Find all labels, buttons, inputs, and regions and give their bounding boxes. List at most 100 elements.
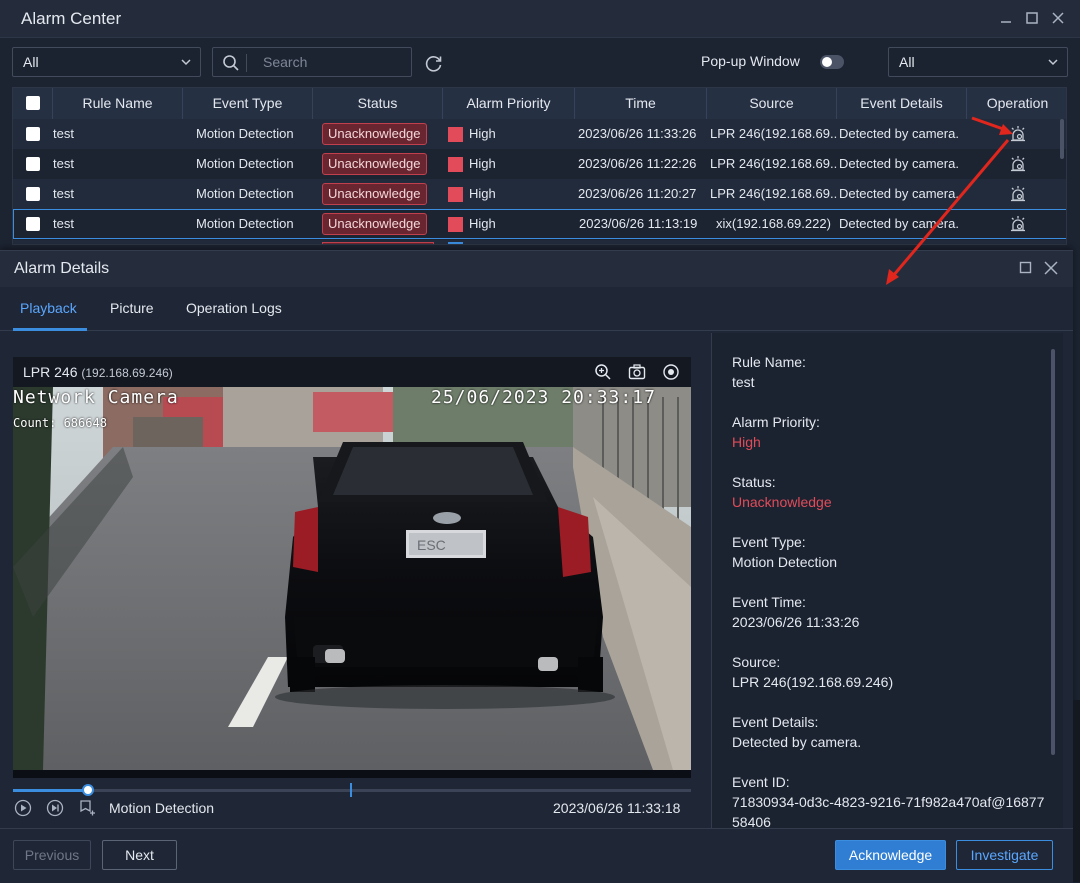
record-icon[interactable]: [662, 363, 680, 381]
play-icon[interactable]: [14, 799, 32, 817]
column-header[interactable]: Alarm Priority: [443, 88, 575, 119]
table-row[interactable]: test Motion Detection Unacknowledge High…: [13, 149, 1066, 179]
alarm-investigate-icon[interactable]: [1009, 125, 1027, 143]
event-type-cell: Motion Detection: [196, 126, 294, 141]
popup-window-label: Pop-up Window: [701, 53, 800, 69]
event-id-label: Event ID:: [732, 774, 790, 790]
background-window-edge: [1073, 700, 1080, 882]
event-type-cell: Motion Detection: [196, 156, 294, 171]
next-button[interactable]: Next: [102, 840, 177, 870]
alarm-priority-value: High: [732, 434, 761, 450]
dialog-title: Alarm Details: [14, 260, 110, 277]
player-header: LPR 246 (192.168.69.246): [13, 357, 691, 387]
rule-name-cell: test: [53, 156, 74, 171]
zoom-in-icon[interactable]: [594, 363, 612, 381]
previous-button[interactable]: Previous: [13, 840, 91, 870]
alarm-investigate-icon[interactable]: [1009, 215, 1027, 233]
column-header[interactable]: Status: [313, 88, 443, 119]
column-header[interactable]: Rule Name: [53, 88, 183, 119]
camera-name: LPR 246 (192.168.69.246): [23, 364, 173, 380]
row-checkbox[interactable]: [26, 187, 40, 201]
priority-swatch: [448, 127, 463, 142]
priority-cell: High: [469, 126, 496, 141]
active-tab-indicator: [13, 328, 87, 331]
osd-count: Count: 686648: [13, 416, 107, 430]
status-badge: Unacknowledge: [322, 183, 427, 205]
table-header: Rule Name Event Type Status Alarm Priori…: [13, 88, 1066, 119]
investigate-button[interactable]: Investigate: [956, 840, 1053, 870]
event-details-label: Event Details:: [732, 714, 819, 730]
acknowledge-button[interactable]: Acknowledge: [835, 840, 946, 870]
column-header[interactable]: Time: [575, 88, 707, 119]
time-cell: 2023/06/26 11:13:19: [579, 216, 698, 231]
playback-progress-handle[interactable]: [82, 784, 94, 796]
alarm-investigate-icon[interactable]: [1009, 185, 1027, 203]
search-input[interactable]: Search: [263, 54, 307, 70]
close-icon[interactable]: [1044, 261, 1058, 275]
next-frame-icon[interactable]: [46, 799, 64, 817]
svg-text:ESC: ESC: [417, 537, 446, 553]
info-scrollbar[interactable]: [1051, 349, 1055, 755]
event-id-value: 71830934-0d3c-4823-9216-71f982a470af@168…: [732, 794, 1045, 828]
dialog-tabs: Playback Picture Operation Logs: [0, 287, 1073, 331]
rule-name-cell: test: [53, 216, 74, 231]
playback-event-label: Motion Detection: [109, 800, 215, 816]
details-cell: Detected by camera.: [839, 216, 959, 231]
event-tag-icon[interactable]: [78, 799, 96, 817]
event-time-value: 2023/06/26 11:33:26: [732, 614, 860, 630]
table-row[interactable]: test Motion Detection Unacknowledge High…: [13, 119, 1066, 149]
refresh-icon[interactable]: [424, 53, 444, 73]
event-filter-select[interactable]: All: [12, 47, 201, 77]
snapshot-icon[interactable]: [628, 363, 646, 381]
playback-progress-fill: [13, 789, 88, 792]
minimize-icon[interactable]: [998, 10, 1014, 26]
table-scrollbar[interactable]: [1060, 119, 1064, 159]
select-all-checkbox[interactable]: [26, 96, 40, 110]
alarm-center-window: Alarm Center All Search Pop-up Window Al…: [0, 0, 1080, 883]
alarm-priority-label: Alarm Priority:: [732, 414, 820, 430]
tab-picture[interactable]: Picture: [110, 300, 154, 316]
row-checkbox[interactable]: [26, 157, 40, 171]
alarm-details-dialog: Alarm Details Playback Picture Operation…: [0, 250, 1073, 883]
table-row-selected[interactable]: test Motion Detection Unacknowledge High…: [13, 209, 1066, 239]
priority-swatch: [448, 187, 463, 202]
source-cell: xix(192.168.69.222): [716, 216, 831, 231]
camera-video-frame: ESC Network Camera 25/06/2023 20:33:17 C…: [13, 387, 691, 770]
column-header[interactable]: Source: [707, 88, 837, 119]
close-icon[interactable]: [1050, 10, 1066, 26]
priority-cell: High: [469, 186, 496, 201]
search-icon: [223, 55, 239, 71]
row-checkbox[interactable]: [26, 127, 40, 141]
dialog-header: Alarm Details: [0, 251, 1073, 287]
table-row[interactable]: test Motion Detection Unacknowledge High…: [13, 179, 1066, 209]
source-cell: LPR 246(192.168.69...: [710, 186, 837, 201]
status-filter-select[interactable]: All: [888, 47, 1068, 77]
maximize-icon[interactable]: [1019, 261, 1033, 275]
column-header[interactable]: Event Type: [183, 88, 313, 119]
alarm-investigate-icon[interactable]: [1009, 155, 1027, 173]
tab-operation-logs[interactable]: Operation Logs: [186, 300, 282, 316]
video-player[interactable]: LPR 246 (192.168.69.246) ESC Network Cam…: [13, 357, 691, 778]
priority-swatch: [448, 157, 463, 172]
priority-cell: High: [469, 216, 496, 231]
search-box[interactable]: Search: [212, 47, 412, 77]
osd-camera-title: Network Camera: [13, 387, 179, 408]
source-cell: LPR 246(192.168.69...: [710, 156, 837, 171]
event-type-value: Motion Detection: [732, 554, 838, 570]
event-type-cell: Motion Detection: [196, 186, 294, 201]
event-time-label: Event Time:: [732, 594, 806, 610]
tab-playback[interactable]: Playback: [20, 300, 77, 316]
rule-name-value: test: [732, 374, 755, 390]
alarm-table: Rule Name Event Type Status Alarm Priori…: [12, 87, 1067, 245]
popup-window-toggle[interactable]: [820, 55, 844, 69]
details-cell: Detected by camera.: [839, 156, 959, 171]
status-badge: Unacknowledge: [322, 213, 427, 235]
maximize-icon[interactable]: [1024, 10, 1040, 26]
column-header[interactable]: Operation: [967, 88, 1066, 119]
column-header[interactable]: Event Details: [837, 88, 967, 119]
playback-progress-bar[interactable]: [13, 783, 691, 797]
status-badge: Unacknowledge: [322, 153, 427, 175]
time-cell: 2023/06/26 11:20:27: [578, 186, 697, 201]
parked-car-video-image: ESC: [13, 387, 691, 770]
row-checkbox[interactable]: [26, 217, 40, 231]
